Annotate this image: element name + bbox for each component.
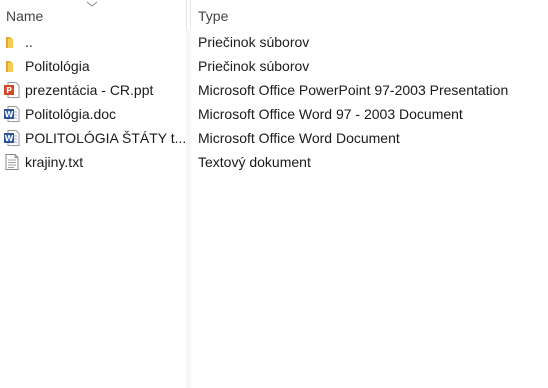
file-name-cell: krajiny.txt: [3, 150, 185, 174]
sort-chevron-icon: [86, 1, 98, 7]
svg-text:W: W: [5, 110, 14, 119]
file-name-cell: W POLITOLÓGIA ŠTÁTY t...: [3, 126, 185, 150]
file-type: Microsoft Office PowerPoint 97-2003 Pres…: [198, 82, 509, 98]
svg-text:P: P: [6, 86, 12, 95]
file-name: krajiny.txt: [25, 154, 84, 170]
column-header-type-label: Type: [198, 8, 229, 24]
column-header-name-label: Name: [6, 8, 44, 24]
file-type: Textový dokument: [198, 154, 311, 170]
file-name-cell: P prezentácia - CR.ppt: [3, 78, 185, 102]
file-row[interactable]: W Politológia.doc Microsoft Office Word …: [0, 102, 548, 126]
folder-icon: [6, 37, 13, 48]
file-row[interactable]: W POLITOLÓGIA ŠTÁTY t... Microsoft Offic…: [0, 126, 548, 150]
file-name: Politológia: [25, 58, 90, 74]
file-type: Microsoft Office Word 97 - 2003 Document: [198, 106, 463, 122]
file-name: Politológia.doc: [25, 106, 117, 122]
word-file-icon: W: [4, 106, 20, 122]
word-file-icon: W: [4, 130, 20, 146]
file-name: prezentácia - CR.ppt: [25, 82, 154, 98]
file-row[interactable]: .. Priečinok súborov: [0, 30, 548, 54]
file-type: Priečinok súborov: [198, 34, 310, 50]
text-file-icon: [5, 154, 19, 170]
svg-text:W: W: [5, 134, 14, 143]
file-name: POLITOLÓGIA ŠTÁTY t...: [25, 130, 185, 146]
column-header-type[interactable]: Type: [191, 0, 548, 30]
file-name-cell: Politológia: [3, 54, 185, 78]
file-name-cell: ..: [3, 30, 185, 54]
file-type: Priečinok súborov: [198, 58, 310, 74]
file-row[interactable]: P prezentácia - CR.ppt Microsoft Office …: [0, 78, 548, 102]
file-row[interactable]: krajiny.txt Textový dokument: [0, 150, 548, 174]
powerpoint-file-icon: P: [4, 82, 20, 98]
file-row[interactable]: Politológia Priečinok súborov: [0, 54, 548, 78]
file-type: Microsoft Office Word Document: [198, 130, 400, 146]
file-name-cell: W Politológia.doc: [3, 102, 185, 126]
file-name: ..: [25, 34, 33, 50]
folder-icon: [6, 61, 13, 72]
column-header-bar: Name Type: [0, 0, 548, 30]
file-explorer: Name Type .. Priečinok súborov Politológ…: [0, 0, 548, 388]
file-list: .. Priečinok súborov Politológia Priečin…: [0, 30, 548, 174]
